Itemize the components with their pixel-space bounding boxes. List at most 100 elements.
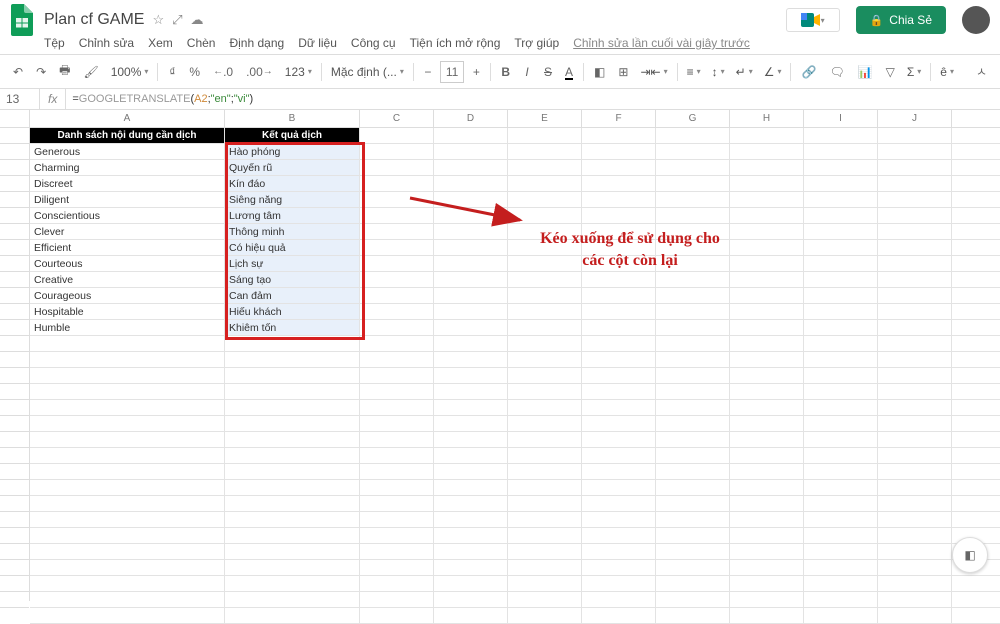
col-header-e[interactable]: E xyxy=(508,110,582,127)
italic-button[interactable]: I xyxy=(518,62,536,82)
row-header[interactable] xyxy=(0,544,29,560)
cell-b[interactable]: Siêng năng xyxy=(225,192,360,207)
font-select[interactable]: Mặc định (...▾ xyxy=(327,63,408,81)
row-header[interactable] xyxy=(0,144,29,160)
explore-button[interactable]: ◧ xyxy=(952,537,988,573)
row-header[interactable] xyxy=(0,528,29,544)
menu-view[interactable]: Xem xyxy=(148,36,173,50)
cell-a[interactable]: Discreet xyxy=(30,176,225,191)
row-header[interactable] xyxy=(0,272,29,288)
cloud-icon[interactable]: ☁ xyxy=(191,12,204,28)
cell-a[interactable]: Generous xyxy=(30,144,225,159)
cell-a[interactable]: Hospitable xyxy=(30,304,225,319)
cell-b[interactable]: Thông minh xyxy=(225,224,360,239)
row-header[interactable] xyxy=(0,224,29,240)
font-size-decrease[interactable]: − xyxy=(419,62,437,82)
input-tools-button[interactable]: ê▾ xyxy=(936,63,958,81)
col-header-f[interactable]: F xyxy=(582,110,656,127)
document-title[interactable]: Plan cf GAME xyxy=(44,11,144,29)
cell-a[interactable]: Clever xyxy=(30,224,225,239)
cell-a[interactable]: Conscientious xyxy=(30,208,225,223)
wrap-button[interactable]: ↵▾ xyxy=(732,63,757,81)
row-header[interactable] xyxy=(0,480,29,496)
row-header[interactable] xyxy=(0,592,29,608)
row-header[interactable] xyxy=(0,512,29,528)
meet-button[interactable]: ▾ xyxy=(786,8,840,32)
menu-format[interactable]: Định dạng xyxy=(229,36,284,50)
font-size-input[interactable]: 11 xyxy=(440,61,464,83)
table-header-b[interactable]: Kết quả dịch xyxy=(225,128,360,143)
col-header-a[interactable]: A xyxy=(30,110,225,127)
menu-file[interactable]: Tệp xyxy=(44,36,65,50)
cell-a[interactable]: Diligent xyxy=(30,192,225,207)
cell-b[interactable]: Có hiệu quả xyxy=(225,240,360,255)
row-header[interactable] xyxy=(0,128,29,144)
borders-button[interactable]: ⊞ xyxy=(613,62,633,82)
chart-button[interactable]: 📊 xyxy=(853,62,878,82)
collapse-toolbar-button[interactable]: ㅅ xyxy=(971,60,992,83)
row-header[interactable] xyxy=(0,432,29,448)
table-header-a[interactable]: Danh sách nội dung cần dịch xyxy=(30,128,225,143)
cell-b[interactable]: Hào phóng xyxy=(225,144,360,159)
cell-b[interactable]: Can đảm xyxy=(225,288,360,303)
currency-button[interactable]: ₫ xyxy=(163,62,181,82)
undo-button[interactable]: ↶ xyxy=(8,62,28,82)
sheets-logo[interactable] xyxy=(8,6,36,34)
row-header[interactable] xyxy=(0,448,29,464)
functions-button[interactable]: Σ▾ xyxy=(903,63,925,81)
filter-button[interactable]: ▽ xyxy=(881,62,900,82)
text-color-button[interactable]: A xyxy=(560,62,578,82)
last-edit-info[interactable]: Chỉnh sửa lần cuối vài giây trước xyxy=(573,36,750,50)
row-header[interactable] xyxy=(0,576,29,592)
row-header[interactable] xyxy=(0,384,29,400)
name-box[interactable]: 13 xyxy=(0,89,40,109)
menu-insert[interactable]: Chèn xyxy=(187,36,216,50)
row-header[interactable] xyxy=(0,336,29,352)
row-header[interactable] xyxy=(0,256,29,272)
number-format-select[interactable]: 123▾ xyxy=(281,63,316,81)
cell-b[interactable]: Khiêm tốn xyxy=(225,320,360,335)
menu-extensions[interactable]: Tiện ích mở rộng xyxy=(410,36,501,50)
row-header[interactable] xyxy=(0,320,29,336)
cell-b[interactable]: Lịch sự xyxy=(225,256,360,271)
cell-a[interactable]: Humble xyxy=(30,320,225,335)
select-all-corner[interactable] xyxy=(0,110,30,127)
formula-input[interactable]: =GOOGLETRANSLATE(A2;"en";"vi") xyxy=(66,90,1000,109)
row-header[interactable] xyxy=(0,176,29,192)
cell-a[interactable]: Charming xyxy=(30,160,225,175)
h-align-button[interactable]: ≡▾ xyxy=(683,63,705,81)
print-button[interactable]: 🖶 xyxy=(54,58,75,85)
row-header[interactable] xyxy=(0,560,29,576)
row-header[interactable] xyxy=(0,416,29,432)
paint-format-button[interactable]: 🖌 xyxy=(78,62,103,82)
link-button[interactable]: 🔗 xyxy=(796,62,821,82)
font-size-increase[interactable]: + xyxy=(467,62,485,82)
user-avatar[interactable] xyxy=(962,6,990,34)
decrease-decimal-button[interactable]: ←.0 xyxy=(208,62,238,82)
cell-b[interactable]: Sáng tạo xyxy=(225,272,360,287)
cell-b[interactable]: Lương tâm xyxy=(225,208,360,223)
row-header[interactable] xyxy=(0,208,29,224)
col-header-j[interactable]: J xyxy=(878,110,952,127)
cell-a[interactable]: Courageous xyxy=(30,288,225,303)
row-header[interactable] xyxy=(0,400,29,416)
cell-a[interactable]: Creative xyxy=(30,272,225,287)
zoom-select[interactable]: 100%▾ xyxy=(107,63,153,81)
strikethrough-button[interactable]: S xyxy=(539,62,557,82)
col-header-i[interactable]: I xyxy=(804,110,878,127)
increase-decimal-button[interactable]: .00→ xyxy=(241,62,278,82)
cell-grid[interactable]: Danh sách nội dung cần dịch Kết quả dịch… xyxy=(30,128,1000,601)
row-header[interactable] xyxy=(0,240,29,256)
comment-button[interactable]: 🗨 xyxy=(824,62,849,82)
row-header[interactable] xyxy=(0,496,29,512)
redo-button[interactable]: ↷ xyxy=(31,62,51,82)
cell-b[interactable]: Kín đáo xyxy=(225,176,360,191)
menu-help[interactable]: Trợ giúp xyxy=(514,36,559,50)
row-header[interactable] xyxy=(0,464,29,480)
col-header-c[interactable]: C xyxy=(360,110,434,127)
col-header-h[interactable]: H xyxy=(730,110,804,127)
row-header[interactable] xyxy=(0,352,29,368)
menu-edit[interactable]: Chỉnh sửa xyxy=(79,36,134,50)
star-icon[interactable]: ☆ xyxy=(152,12,164,28)
col-header-d[interactable]: D xyxy=(434,110,508,127)
